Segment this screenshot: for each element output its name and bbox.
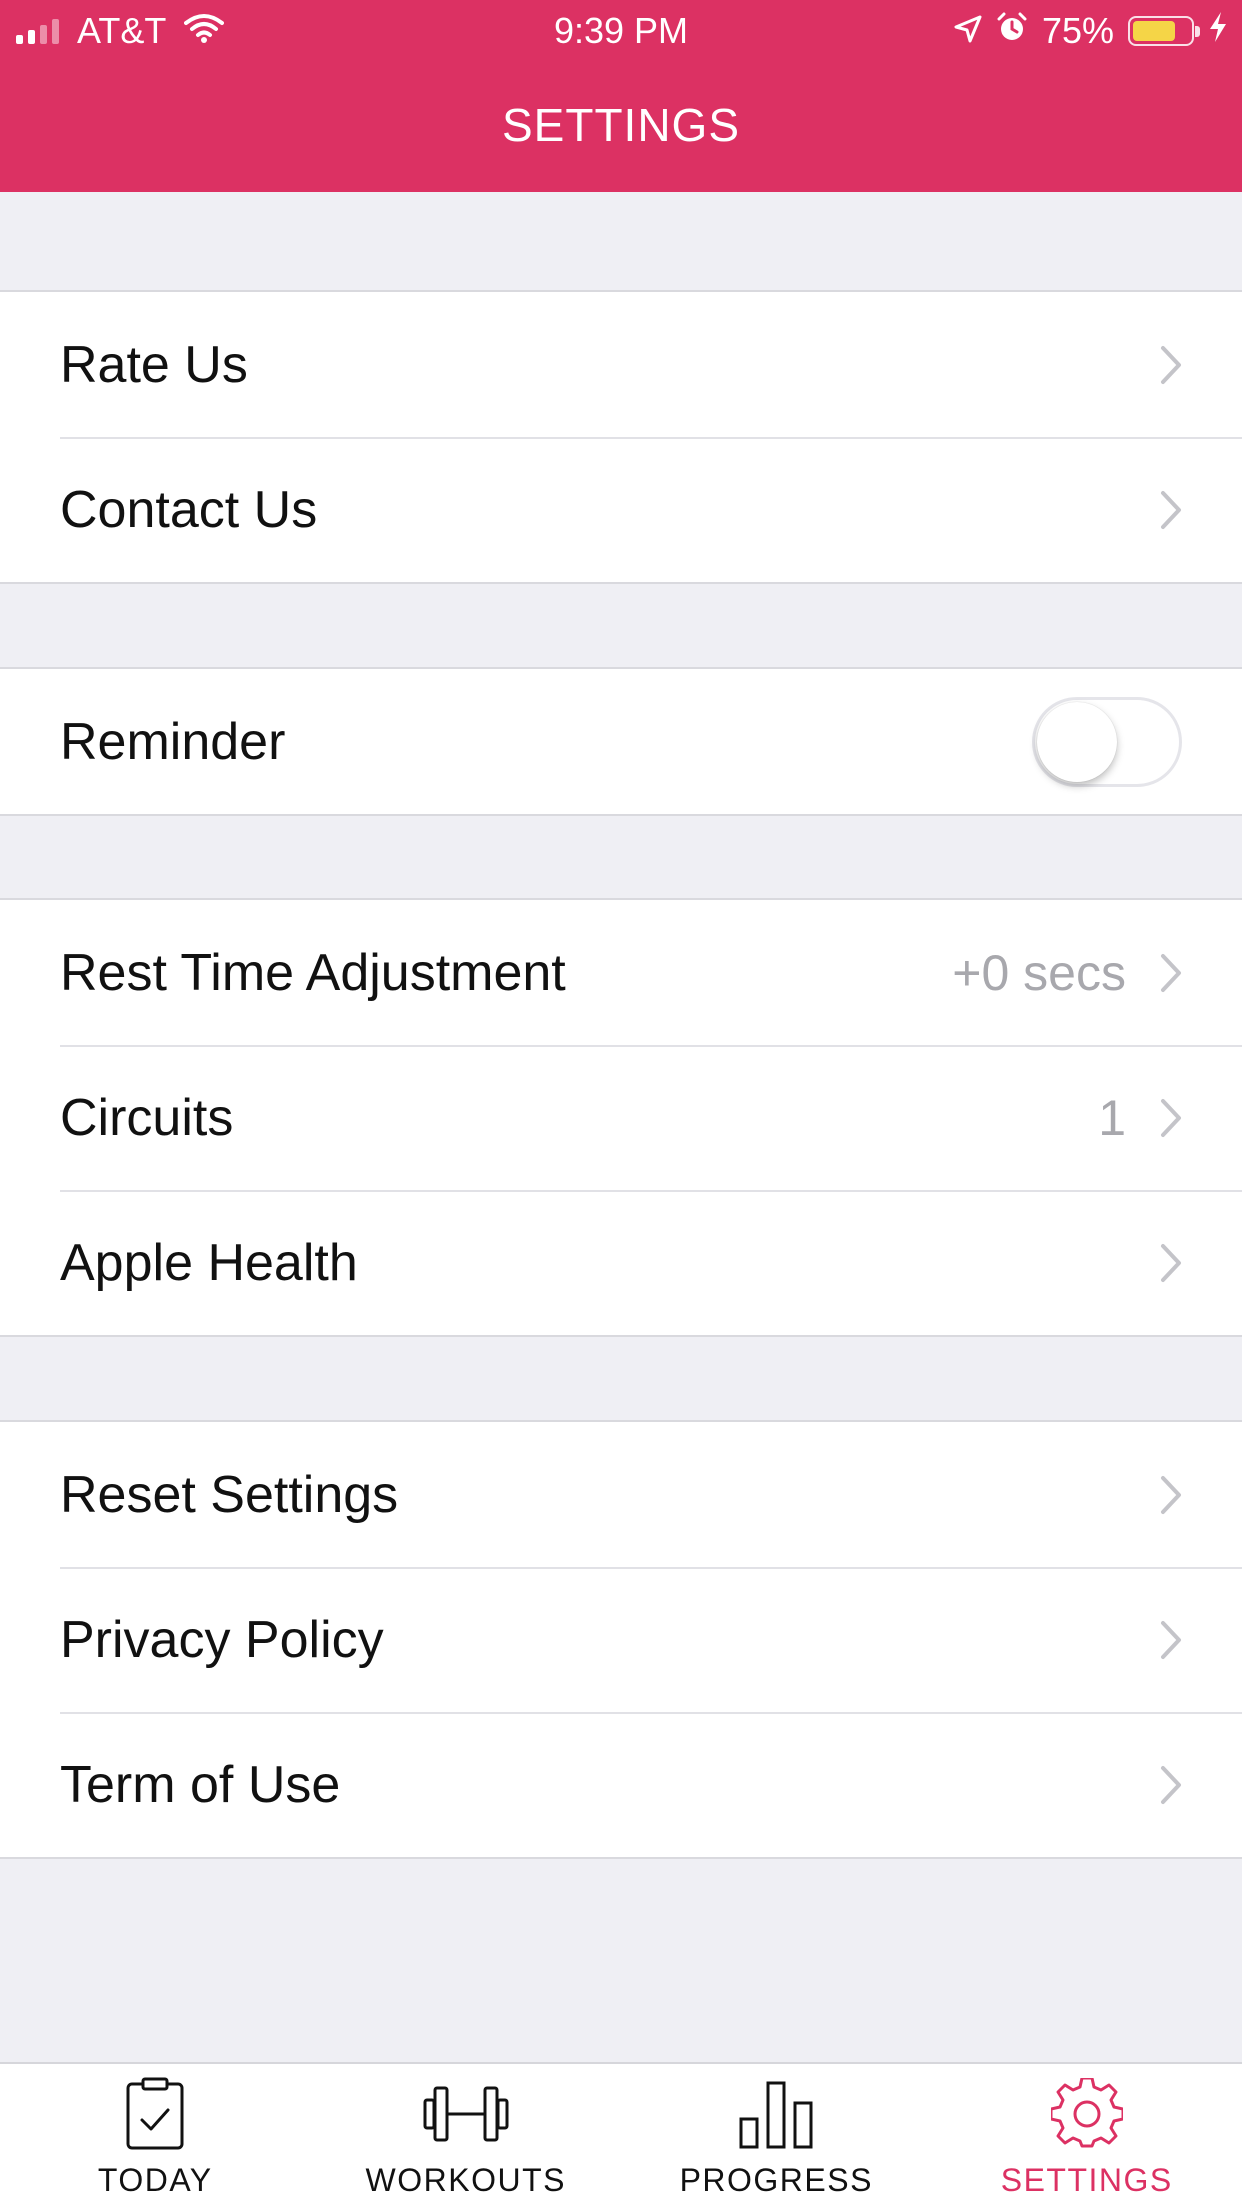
chevron-right-icon [1160, 345, 1182, 385]
privacy-policy-label: Privacy Policy [60, 1610, 384, 1669]
feedback-group: Rate Us Contact Us [0, 290, 1242, 584]
chevron-right-icon [1160, 1098, 1182, 1138]
circuits-row[interactable]: Circuits 1 [0, 1045, 1242, 1190]
chevron-right-icon [1160, 1243, 1182, 1283]
rate-us-label: Rate Us [60, 335, 248, 394]
tab-today[interactable]: TODAY [0, 2064, 311, 2208]
gear-icon [1050, 2074, 1123, 2154]
page-title: SETTINGS [501, 99, 741, 151]
workout-settings-group: Rest Time Adjustment +0 secs Circuits 1 … [0, 898, 1242, 1337]
terms-of-use-label: Term of Use [60, 1755, 341, 1814]
chevron-right-icon [1160, 1475, 1182, 1515]
chevron-right-icon [1160, 953, 1182, 993]
apple-health-row[interactable]: Apple Health [0, 1190, 1242, 1335]
battery-icon [1128, 16, 1200, 46]
rest-time-row[interactable]: Rest Time Adjustment +0 secs [0, 900, 1242, 1045]
alarm-icon [996, 10, 1028, 52]
tab-workouts-label: WORKOUTS [365, 2162, 566, 2198]
location-icon [954, 10, 982, 52]
chevron-right-icon [1160, 1620, 1182, 1660]
tab-settings-label: SETTINGS [1000, 2162, 1173, 2198]
charging-icon [1208, 10, 1228, 52]
status-bar: AT&T 9:39 PM 75% [0, 0, 1242, 62]
bar-chart-icon [738, 2074, 814, 2154]
tab-settings[interactable]: SETTINGS [932, 2064, 1242, 2208]
contact-us-label: Contact Us [60, 480, 318, 539]
tab-workouts[interactable]: WORKOUTS [311, 2064, 622, 2208]
reminder-group: Reminder [0, 667, 1242, 816]
terms-of-use-row[interactable]: Term of Use [0, 1712, 1242, 1857]
reset-settings-row[interactable]: Reset Settings [0, 1422, 1242, 1567]
chevron-right-icon [1160, 490, 1182, 530]
reminder-row: Reminder [0, 669, 1242, 814]
tab-today-label: TODAY [97, 2162, 213, 2198]
tab-progress-label: PROGRESS [679, 2162, 873, 2198]
tab-bar: TODAY WORKOUTS PROGRESS SETTINGS [0, 2062, 1242, 2208]
rest-time-value: +0 secs [952, 944, 1126, 1001]
battery-percent: 75% [1041, 10, 1114, 51]
clipboard-check-icon [123, 2074, 187, 2154]
reminder-toggle[interactable] [1032, 696, 1182, 787]
circuits-label: Circuits [60, 1088, 234, 1147]
circuits-value: 1 [1098, 1089, 1126, 1146]
privacy-policy-row[interactable]: Privacy Policy [0, 1567, 1242, 1712]
chevron-right-icon [1160, 1765, 1182, 1805]
rest-time-label: Rest Time Adjustment [60, 943, 566, 1002]
contact-us-row[interactable]: Contact Us [0, 437, 1242, 582]
reminder-label: Reminder [60, 712, 286, 771]
apple-health-label: Apple Health [60, 1233, 358, 1292]
rate-us-row[interactable]: Rate Us [0, 292, 1242, 437]
toggle-knob [1037, 701, 1117, 782]
top-bar: AT&T 9:39 PM 75% SETTINGS [0, 0, 1242, 192]
tab-progress[interactable]: PROGRESS [621, 2064, 932, 2208]
about-group: Reset Settings Privacy Policy Term of Us… [0, 1420, 1242, 1859]
reset-settings-label: Reset Settings [60, 1465, 399, 1524]
dumbbell-icon [423, 2074, 509, 2154]
